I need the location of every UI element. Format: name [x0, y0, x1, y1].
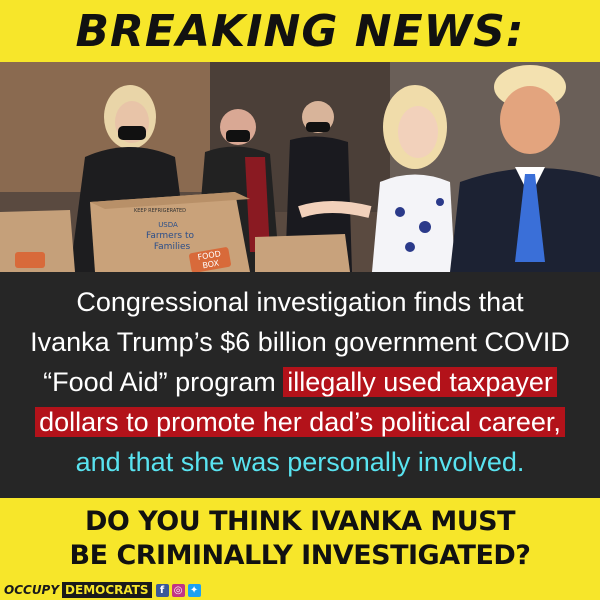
box-label-farmers: Farmers to: [146, 231, 194, 241]
brand-democrats: DEMOCRATS: [62, 582, 152, 598]
headline: BREAKING NEWS:: [75, 5, 525, 57]
caption-line-3: “Food Aid” program illegally used taxpay…: [0, 362, 600, 402]
food-box-right: [255, 234, 350, 272]
caption-line-4: dollars to promote her dad’s political c…: [0, 402, 600, 442]
food-box-left: [0, 210, 75, 272]
question-line-1: DO YOU THINK IVANKA MUST: [84, 506, 516, 537]
person-center-face: [398, 106, 438, 158]
twitter-icon[interactable]: ✦: [187, 583, 201, 597]
facebook-icon[interactable]: f: [155, 583, 169, 597]
photo-illustration: KEEP REFRIGERATED USDA Farmers to Famili…: [0, 62, 600, 272]
box-label-families: Families: [154, 242, 191, 252]
box-label-usda: USDA: [158, 221, 178, 229]
caption-block: Congressional investigation finds that I…: [0, 272, 600, 498]
caption-line-3-plain: “Food Aid” program: [43, 367, 276, 397]
caption-line-1: Congressional investigation finds that: [76, 287, 524, 317]
person-right-face: [500, 86, 560, 154]
question-banner: DO YOU THINK IVANKA MUST BE CRIMINALLY I…: [0, 498, 600, 580]
person-center-dress: [372, 174, 455, 272]
box-label-refrigerated: KEEP REFRIGERATED: [134, 208, 186, 214]
news-photo: KEEP REFRIGERATED USDA Farmers to Famili…: [0, 62, 600, 272]
caption-line-5: and that she was personally involved.: [75, 447, 525, 477]
instagram-icon[interactable]: ◎: [171, 583, 185, 597]
top-banner: BREAKING NEWS:: [0, 0, 600, 62]
footer-brand: OCCUPY DEMOCRATS f ◎ ✦: [0, 580, 600, 600]
caption-line-2: Ivanka Trump’s $6 billion government COV…: [30, 327, 570, 357]
caption-line-4-highlight: dollars to promote her dad’s political c…: [35, 407, 565, 437]
brand-occupy: OCCUPY: [4, 583, 60, 597]
caption-line-3-highlight: illegally used taxpayer: [283, 367, 557, 397]
food-box-main: KEEP REFRIGERATED USDA Farmers to Famili…: [90, 192, 250, 272]
question-line-2: BE CRIMINALLY INVESTIGATED?: [69, 540, 531, 571]
meme-page: BREAKING NEWS: KEEP REFRIGERATED USDA Fa…: [0, 0, 600, 600]
